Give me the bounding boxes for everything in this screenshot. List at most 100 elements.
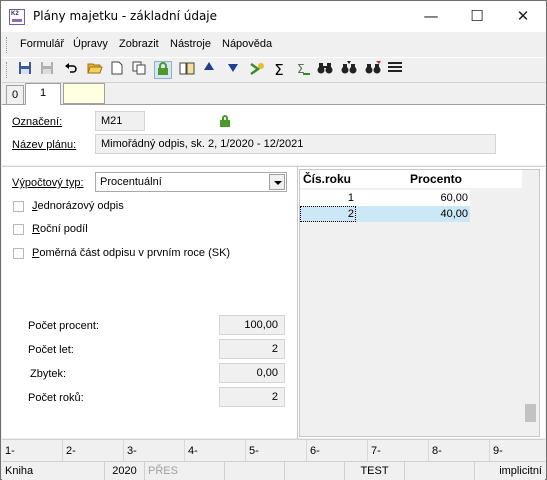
maximize-icon: ☐ <box>470 7 484 25</box>
nazev-field[interactable]: Mimořádný odpis, sk. 2, 1/2020 - 12/2021 <box>95 134 496 154</box>
function-key-bar: 1- 2- 3- 4- 5- 6- 7- 8- 9- <box>2 439 545 462</box>
binoculars-filter-icon[interactable] <box>364 61 382 79</box>
pocet-let-label: Počet let: <box>28 344 74 356</box>
status-year: 2020 <box>105 462 145 480</box>
minimize-icon: — <box>423 7 439 25</box>
years-grid[interactable]: Čís.roku Procento 1 60,00 2 40,00 <box>299 169 540 437</box>
book-icon[interactable] <box>178 61 196 79</box>
maximize-button[interactable]: ☐ <box>454 1 500 32</box>
grid-scrollbar[interactable] <box>522 170 539 436</box>
save-icon[interactable] <box>16 61 34 79</box>
run-icon[interactable] <box>248 61 266 79</box>
grid-header-year[interactable]: Čís.roku <box>303 172 351 186</box>
jednorazovy-label-text: ednorázový odpis <box>37 200 124 212</box>
pomerna-cast-label-text: oměrná část odpisu v prvním roce (SK) <box>39 247 231 259</box>
grid-scrollbar-thumb[interactable] <box>525 404 536 422</box>
lock-toggle-icon[interactable] <box>154 61 172 79</box>
pocet-procent-label: Počet procent: <box>28 320 99 332</box>
sum-icon[interactable]: Σ <box>270 61 288 79</box>
grid-header: Čís.roku Procento <box>300 170 523 188</box>
tab-strip: 0 1 <box>2 82 545 106</box>
tab-highlight[interactable] <box>63 83 105 104</box>
nazev-label: Název plánu: <box>12 139 77 151</box>
binoculars-next-icon[interactable] <box>340 61 358 79</box>
open-folder-icon[interactable] <box>86 61 104 79</box>
fkey-6[interactable]: 6- <box>307 440 368 462</box>
menu-napoveda[interactable]: Nápověda <box>222 38 272 50</box>
close-icon: ✕ <box>516 7 530 25</box>
grid-cell-year[interactable]: 2 <box>300 206 356 222</box>
fkey-7[interactable]: 7- <box>368 440 429 462</box>
grid-cell-year[interactable]: 1 <box>300 190 356 206</box>
rocni-podil-checkbox[interactable] <box>13 224 24 235</box>
grid-header-percent[interactable]: Procento <box>410 172 462 186</box>
status-empty-1 <box>225 462 285 480</box>
toolbar: Σ Σ <box>2 57 545 81</box>
fkey-4[interactable]: 4- <box>185 440 246 462</box>
rocni-podil-label: Roční podíl <box>32 223 88 235</box>
table-row[interactable]: 2 40,00 <box>300 206 470 222</box>
fkey-1[interactable]: 1- <box>2 440 63 462</box>
arrow-up-icon[interactable] <box>200 61 218 79</box>
status-bar: Kniha 2020 PŘES TEST implicitní <box>2 461 545 480</box>
minimize-button[interactable]: — <box>408 1 454 32</box>
main-panel: Výpočtový typ: Procentuální Jednorázový … <box>2 166 545 439</box>
app-icon-text: K2 <box>11 11 19 17</box>
status-implicitni: implicitní <box>499 465 542 477</box>
fkey-8[interactable]: 8- <box>429 440 490 462</box>
menu-bar: Formulář Úpravy Zobrazit Nástroje Nápově… <box>2 34 545 56</box>
tab-0[interactable]: 0 <box>6 85 24 106</box>
arrow-down-icon[interactable] <box>224 61 242 79</box>
table-row[interactable]: 1 60,00 <box>300 190 470 206</box>
menu-grip[interactable] <box>6 37 9 53</box>
tab-1[interactable]: 1 <box>25 83 61 105</box>
fkey-2[interactable]: 2- <box>63 440 124 462</box>
pocet-roku-label: Počet roků: <box>28 392 84 404</box>
pocet-let-field[interactable]: 2 <box>219 339 285 359</box>
grid-cell-percent[interactable]: 40,00 <box>356 206 470 222</box>
menu-zobrazit[interactable]: Zobrazit <box>119 38 159 50</box>
menu-upravy[interactable]: Úpravy <box>73 38 108 50</box>
title-bar[interactable]: K2 Plány majetku - základní údaje — ☐ ✕ <box>1 1 546 32</box>
grid-cell-percent[interactable]: 60,00 <box>356 190 470 206</box>
typ-label: Výpočtový typ: <box>12 177 84 189</box>
app-icon: K2 <box>9 9 25 25</box>
zbytek-label: Zbytek: <box>30 368 67 380</box>
rocni-podil-label-text: oční podíl <box>39 223 88 235</box>
close-button[interactable]: ✕ <box>500 1 546 32</box>
binoculars-icon[interactable] <box>316 61 334 79</box>
pocet-procent-field[interactable]: 100,00 <box>219 315 285 335</box>
jednorazovy-checkbox[interactable] <box>13 201 24 212</box>
fkey-9[interactable]: 9- <box>490 440 545 462</box>
oznaceni-label: Označení: <box>12 116 63 128</box>
list-icon[interactable] <box>386 61 404 79</box>
fkey-5[interactable]: 5- <box>246 440 307 462</box>
fkey-3[interactable]: 3- <box>124 440 185 462</box>
main-window: K2 Plány majetku - základní údaje — ☐ ✕ … <box>0 0 547 480</box>
jednorazovy-label: Jednorázový odpis <box>32 200 124 212</box>
toolbar-grip[interactable] <box>6 62 9 78</box>
save-disabled-icon[interactable] <box>38 61 56 79</box>
lock-icon <box>220 115 230 127</box>
copy-icon[interactable] <box>130 61 148 79</box>
menu-formular[interactable]: Formulář <box>20 38 64 50</box>
pocet-roku-field[interactable]: 2 <box>219 387 285 407</box>
status-kniha: Kniha <box>2 462 105 480</box>
menu-nastroje[interactable]: Nástroje <box>170 38 211 50</box>
sum-disabled-icon[interactable]: Σ <box>294 61 312 79</box>
typ-select[interactable]: Procentuální <box>95 172 287 192</box>
zbytek-field[interactable]: 0,00 <box>219 363 285 383</box>
panel-separator <box>297 167 298 439</box>
undo-icon[interactable] <box>62 61 80 79</box>
pomerna-cast-checkbox[interactable] <box>13 248 24 259</box>
status-test: TEST <box>345 462 405 480</box>
chevron-down-icon[interactable] <box>269 174 285 190</box>
status-empty-3 <box>405 462 475 480</box>
status-empty-2 <box>285 462 345 480</box>
typ-select-value: Procentuální <box>100 176 162 188</box>
new-document-icon[interactable] <box>108 61 126 79</box>
pomerna-cast-label: Poměrná část odpisu v prvním roce (SK) <box>32 247 231 259</box>
oznaceni-field[interactable]: M21 <box>95 111 145 131</box>
header-panel: Označení: M21 Název plánu: Mimořádný odp… <box>2 105 545 165</box>
window-title: Plány majetku - základní údaje <box>33 9 218 23</box>
